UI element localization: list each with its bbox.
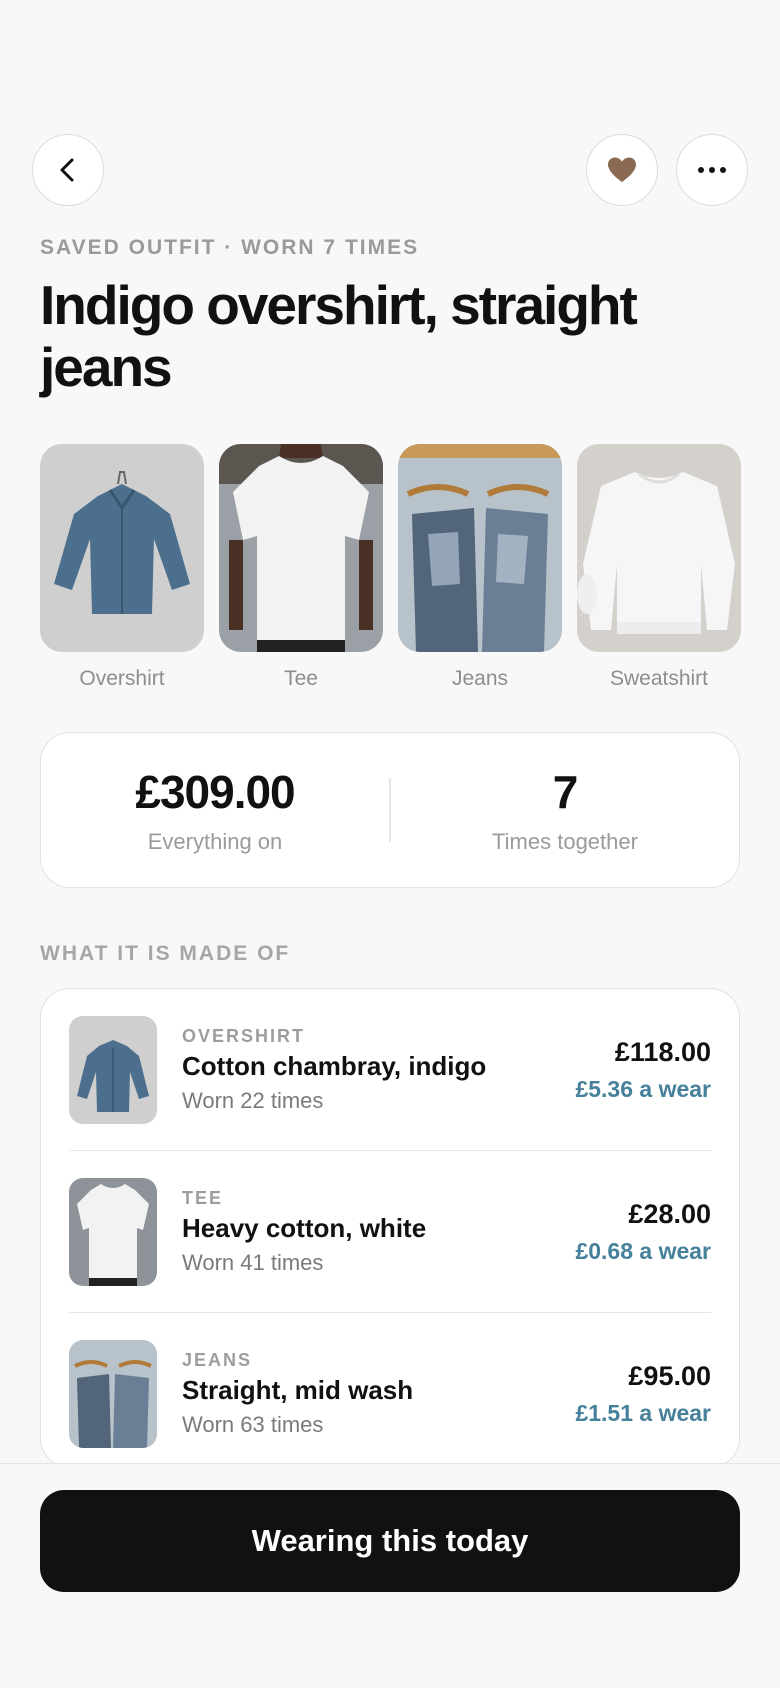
jeans-thumbnail	[69, 1340, 157, 1448]
item-worn-count: Worn 63 times	[182, 1412, 324, 1437]
list-item[interactable]: TEE Heavy cotton, white Worn 41 times £2…	[69, 1151, 711, 1313]
item-price: £28.00	[628, 1198, 711, 1229]
item-cost-per-wear: £0.68 a wear	[575, 1237, 711, 1264]
item-name: Heavy cotton, white	[182, 1212, 427, 1243]
overshirt-image	[40, 444, 204, 652]
item-name: Cotton chambray, indigo	[182, 1050, 487, 1081]
sweatshirt-image	[577, 444, 741, 652]
item-worn-count: Worn 41 times	[182, 1249, 324, 1275]
outfit-item-label: Sweatshirt	[609, 667, 709, 690]
section-title: WHAT IT IS MADE OF	[40, 942, 291, 965]
outfit-item-tee[interactable]: Tee	[219, 444, 383, 691]
total-price-caption: Everything on	[147, 829, 283, 854]
list-item[interactable]: OVERSHIRT Cotton chambray, indigo Worn 2…	[69, 989, 711, 1151]
times-worn-stat: 7 Times together	[391, 765, 739, 855]
item-cost-per-wear: £5.36 a wear	[575, 1075, 711, 1102]
more-options-button[interactable]	[676, 134, 748, 206]
total-price-stat: £309.00 Everything on	[41, 765, 389, 855]
outfit-detail-screen: SAVED OUTFIT · WORN 7 TIMES Indigo overs…	[0, 0, 780, 1688]
outfit-item-label: Jeans	[451, 667, 509, 690]
page-title: Indigo overshirt, straight jeans	[40, 274, 638, 398]
item-list: OVERSHIRT Cotton chambray, indigo Worn 2…	[40, 988, 740, 1468]
outfit-stats-card: £309.00 Everything on 7 Times together	[40, 732, 740, 888]
times-worn-value: 7	[552, 766, 579, 818]
outfit-item-label: Overshirt	[79, 667, 165, 690]
ellipsis-icon	[698, 167, 726, 173]
item-cost-per-wear: £1.51 a wear	[575, 1400, 711, 1426]
list-item[interactable]: JEANS Straight, mid wash Worn 63 times £…	[69, 1313, 711, 1467]
back-button[interactable]	[32, 134, 104, 206]
item-category: JEANS	[182, 1350, 253, 1370]
tee-thumbnail	[69, 1177, 157, 1286]
overshirt-thumbnail	[69, 1015, 157, 1124]
item-price: £118.00	[614, 1036, 711, 1067]
item-worn-count: Worn 22 times	[182, 1087, 324, 1113]
outfit-item-label: Tee	[284, 667, 318, 690]
times-worn-caption: Times together	[492, 829, 638, 854]
tee-image	[219, 444, 383, 652]
wearing-today-button[interactable]: Wearing this today	[40, 1490, 740, 1592]
jeans-image	[398, 444, 562, 652]
chevron-left-icon	[60, 158, 74, 182]
item-name: Straight, mid wash	[182, 1375, 414, 1405]
item-category: OVERSHIRT	[182, 1025, 306, 1046]
item-price: £95.00	[628, 1361, 711, 1391]
favorite-button[interactable]	[586, 134, 658, 206]
item-category: TEE	[182, 1187, 224, 1208]
outfit-item-jeans[interactable]: Jeans	[398, 444, 562, 691]
heart-icon	[608, 157, 636, 182]
outfit-items-carousel: Overshirt Tee Jeans Sweatshirt	[40, 444, 741, 691]
outfit-eyebrow: SAVED OUTFIT · WORN 7 TIMES	[40, 236, 420, 259]
outfit-item-sweatshirt[interactable]: Sweatshirt	[577, 444, 741, 691]
total-price-value: £309.00	[135, 766, 295, 818]
outfit-item-overshirt[interactable]: Overshirt	[40, 444, 204, 691]
